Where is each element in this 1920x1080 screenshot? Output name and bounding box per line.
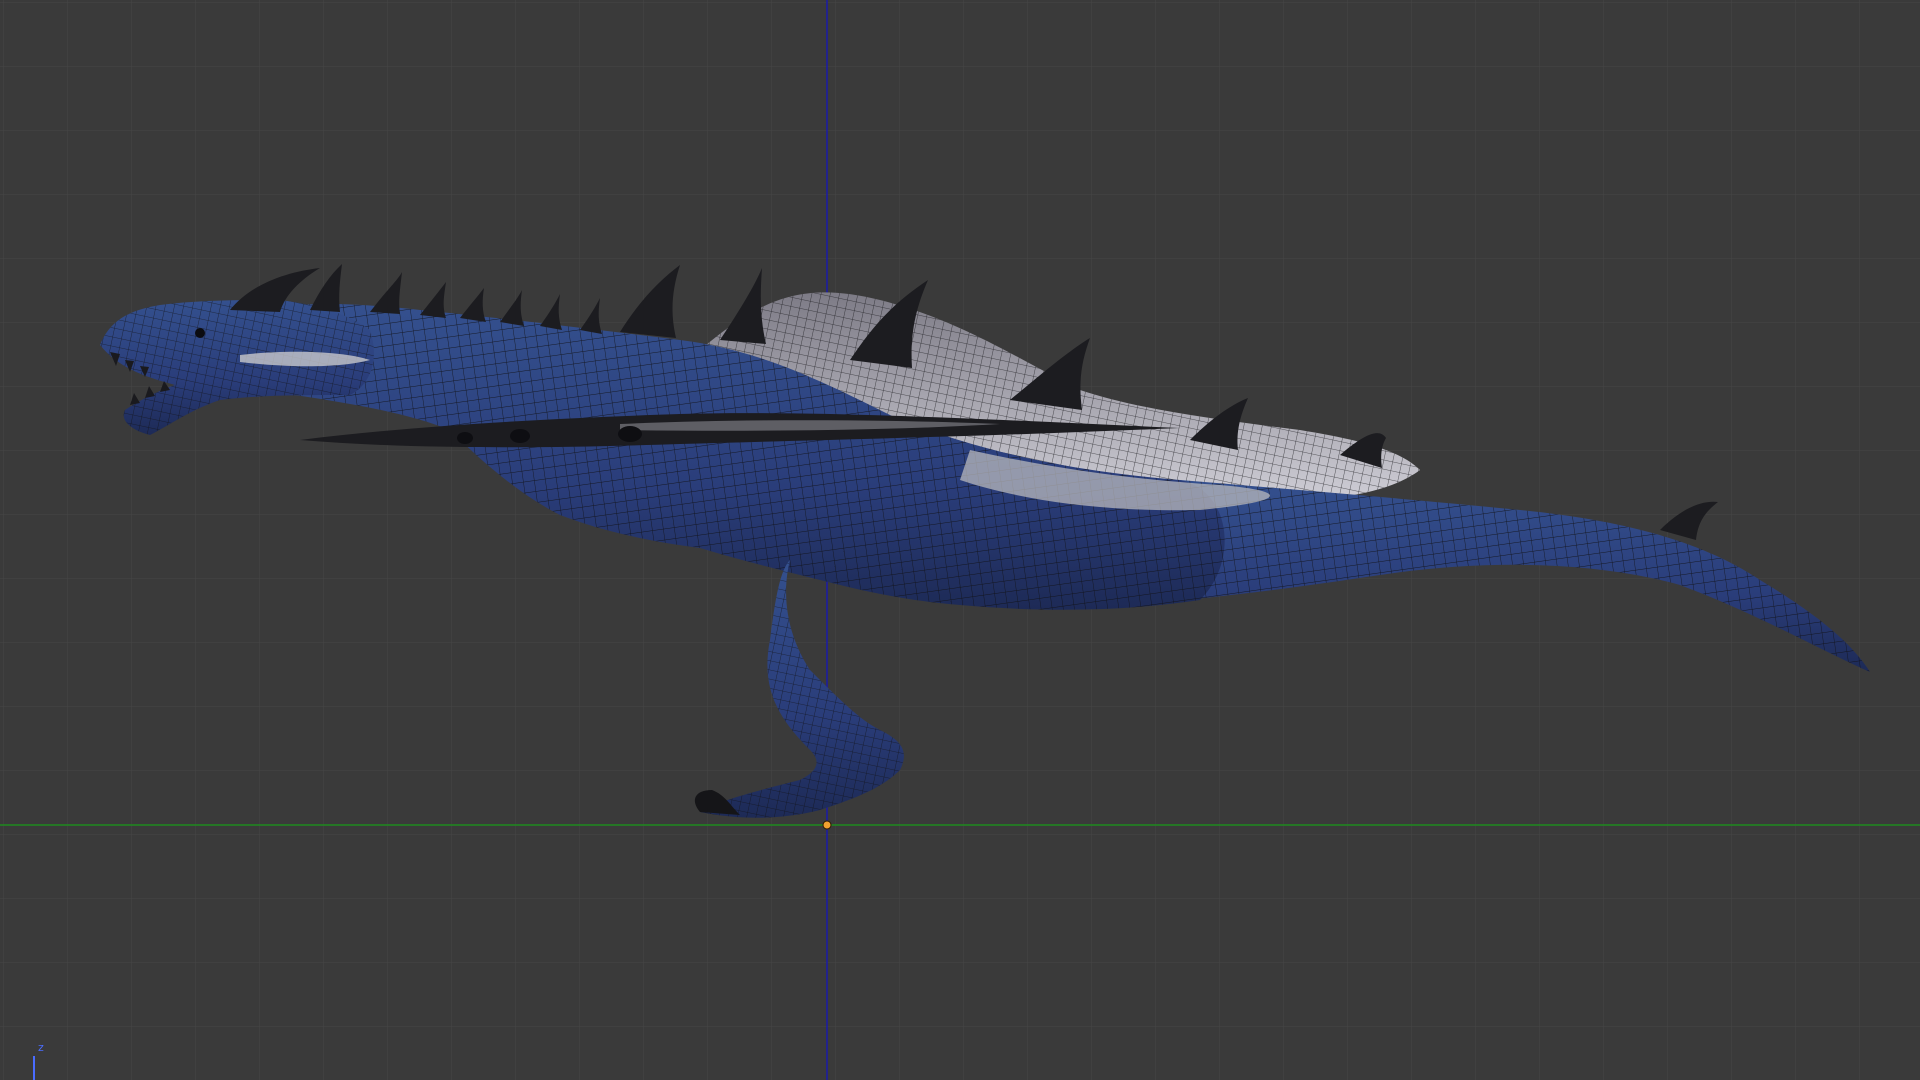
axis-gizmo-z-label: z bbox=[38, 1041, 44, 1054]
axis-gizmo[interactable]: z bbox=[30, 1040, 50, 1080]
3d-viewport[interactable]: z bbox=[0, 0, 1920, 1080]
viewport-canvas[interactable] bbox=[0, 0, 1920, 1080]
dragon-eye bbox=[195, 328, 205, 338]
object-origin[interactable] bbox=[822, 820, 832, 830]
axis-gizmo-z-line bbox=[33, 1056, 35, 1080]
